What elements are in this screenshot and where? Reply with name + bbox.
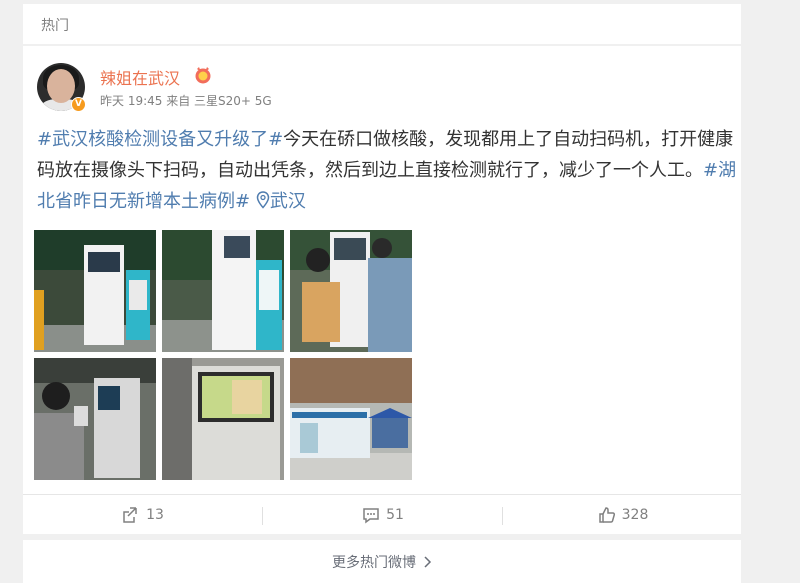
scrollbar[interactable] [792, 0, 800, 583]
share-button[interactable]: 13 [23, 495, 262, 535]
kiosk-photo-1[interactable] [34, 230, 156, 352]
share-icon [123, 507, 137, 523]
kiosk-photo-2[interactable] [162, 230, 284, 352]
post-meta: 昨天 19:45 来自 三星S20+ 5G [100, 94, 272, 108]
like-count: 328 [621, 507, 649, 523]
location-link[interactable]: 武汉 [256, 191, 306, 212]
location-label: 武汉 [269, 191, 306, 212]
post-text: #武汉核酸检测设备又升级了#今天在硚口做核酸，发现都用上了自动扫码机，打开健康码… [37, 124, 737, 217]
more-hot-posts-label: 更多热门微博 [332, 555, 416, 571]
hashtag-link[interactable]: #武汉核酸检测设备又升级了# [37, 129, 283, 150]
comment-icon [363, 508, 379, 524]
kiosk-photo-3[interactable] [290, 230, 412, 352]
verified-badge-icon: V [71, 97, 86, 112]
post-action-bar: 13 51 328 [23, 494, 741, 534]
kiosk-photo-6[interactable] [290, 358, 412, 480]
more-hot-posts-link[interactable]: 更多热门微博 [23, 552, 741, 572]
image-grid [34, 230, 414, 481]
comment-count: 51 [386, 507, 404, 523]
location-pin-icon [256, 191, 270, 209]
comment-button[interactable]: 51 [263, 495, 502, 535]
share-count: 13 [146, 507, 164, 523]
kiosk-photo-4[interactable] [34, 358, 156, 480]
thumbs-up-icon [598, 507, 615, 523]
member-medal-icon[interactable] [193, 66, 213, 84]
like-button[interactable]: 328 [503, 495, 742, 535]
hot-section-header: 热门 [23, 4, 741, 44]
more-hot-posts-panel: 更多热门微博 [23, 540, 741, 583]
weibo-post-card: V 辣姐在武汉 昨天 19:45 来自 三星S20+ 5G #武汉核酸检测设备又… [23, 46, 741, 534]
chevron-right-icon [424, 556, 432, 568]
kiosk-photo-5[interactable] [162, 358, 284, 480]
username-link[interactable]: 辣姐在武汉 [100, 65, 180, 89]
section-title: 热门 [41, 18, 69, 34]
